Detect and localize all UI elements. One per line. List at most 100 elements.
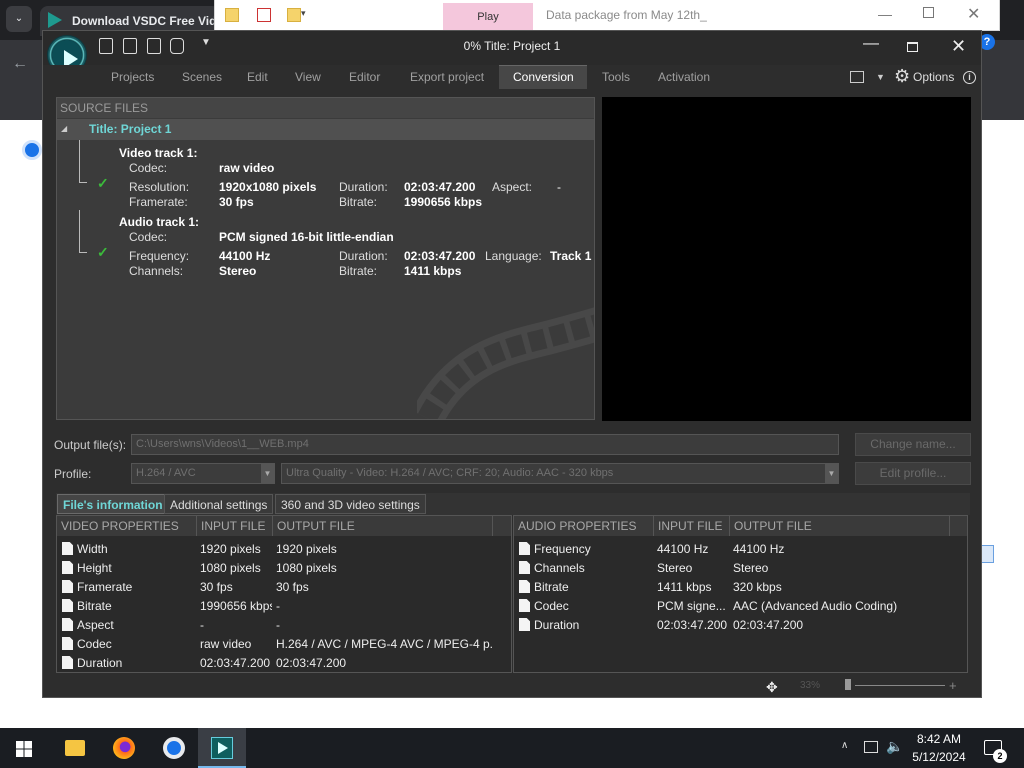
framerate-label: Framerate: xyxy=(129,195,188,209)
menu-tools[interactable]: Tools xyxy=(602,70,630,84)
table-row[interactable]: Width 1920 pixels 1920 pixels xyxy=(57,540,493,559)
folder-icon xyxy=(225,8,239,22)
cell-output: 02:03:47.200 xyxy=(733,618,804,632)
format-select[interactable]: H.264 / AVC ▼ xyxy=(131,463,275,484)
table-row[interactable]: Height 1080 pixels 1080 pixels xyxy=(57,559,493,578)
tab-files-information[interactable]: File's information xyxy=(57,494,169,514)
table-row[interactable]: Bitrate 1411 kbps 320 kbps xyxy=(514,578,950,597)
file-explorer-taskbar-button[interactable] xyxy=(50,728,98,768)
export-icon[interactable] xyxy=(170,38,184,54)
firefox-taskbar-button[interactable] xyxy=(100,728,148,768)
output-file-header[interactable]: OUTPUT FILE xyxy=(273,516,493,536)
property-file-icon xyxy=(62,599,73,612)
chrome-logo-icon xyxy=(22,140,42,160)
video-track-check-icon[interactable]: ✓ xyxy=(97,175,109,192)
close-button[interactable]: ✕ xyxy=(951,36,966,57)
menu-view[interactable]: View xyxy=(295,70,321,84)
table-row[interactable]: Bitrate 1990656 kbps - xyxy=(57,597,493,616)
explorer-close-button[interactable]: ✕ xyxy=(967,4,980,24)
new-project-icon[interactable] xyxy=(99,38,113,54)
explorer-window-title: Data package from May 12th_ xyxy=(546,8,707,22)
table-header-spacer xyxy=(950,516,967,536)
tab-additional-settings[interactable]: Additional settings xyxy=(164,494,274,514)
menu-edit[interactable]: Edit xyxy=(247,70,268,84)
explorer-minimize-button[interactable]: — xyxy=(878,6,892,22)
property-file-icon xyxy=(62,656,73,669)
format-select-value: H.264 / AVC xyxy=(136,467,196,479)
properties-icon[interactable] xyxy=(257,8,271,22)
table-row[interactable]: Aspect - - xyxy=(57,616,493,635)
open-project-icon[interactable] xyxy=(123,38,137,54)
cell-input: 1411 kbps xyxy=(657,580,712,594)
menu-editor[interactable]: Editor xyxy=(349,70,380,84)
table-row[interactable]: Duration 02:03:47.200 02:03:47.200 xyxy=(514,616,950,635)
quick-access-dropdown-icon[interactable]: ▼ xyxy=(201,37,211,48)
layout-dropdown-icon[interactable]: ▼ xyxy=(876,72,885,82)
menu-projects[interactable]: Projects xyxy=(111,70,154,84)
quick-access-dropdown-icon[interactable]: ▾ xyxy=(301,8,306,19)
chevron-down-icon[interactable]: ▼ xyxy=(825,464,838,483)
options-button[interactable]: Options xyxy=(913,70,954,84)
show-hidden-icons-chevron-icon[interactable]: ∧ xyxy=(841,740,848,751)
tree-connector xyxy=(79,182,87,183)
edit-profile-button[interactable]: Edit profile... xyxy=(855,462,971,485)
browser-tab-search-button[interactable]: ⌄ xyxy=(6,6,32,32)
vsdc-converter-window: 0% Title: Project 1 ▼ — ✕ Projects Scene… xyxy=(42,30,982,698)
table-row[interactable]: Codec PCM signe... AAC (Advanced Audio Cod… xyxy=(514,597,950,616)
cell-input: 02:03:47.200 xyxy=(657,618,728,632)
info-icon[interactable]: i xyxy=(963,71,976,84)
menu-activation[interactable]: Activation xyxy=(658,70,710,84)
video-properties-header[interactable]: VIDEO PROPERTIES xyxy=(57,516,197,536)
table-row[interactable]: Frequency 44100 Hz 44100 Hz xyxy=(514,540,950,559)
table-row[interactable]: Duration 02:03:47.200 02:03:47.200 xyxy=(57,654,493,672)
browser-back-icon[interactable]: ← xyxy=(12,55,28,73)
zoom-slider-handle[interactable] xyxy=(845,679,851,690)
windows-start-icon[interactable] xyxy=(16,741,32,757)
audio-properties-header[interactable]: AUDIO PROPERTIES xyxy=(514,516,654,536)
property-file-icon xyxy=(519,580,530,593)
change-name-button[interactable]: Change name... xyxy=(855,433,971,456)
explorer-maximize-button[interactable] xyxy=(923,7,934,18)
menu-conversion[interactable]: Conversion xyxy=(513,70,574,84)
audio-track-check-icon[interactable]: ✓ xyxy=(97,244,109,261)
tab-360-3d-settings[interactable]: 360 and 3D video settings xyxy=(275,494,426,514)
cell-output: 1920 pixels xyxy=(276,542,337,556)
fit-to-window-icon[interactable]: ✥ xyxy=(766,679,778,696)
minimize-button[interactable]: — xyxy=(863,35,879,53)
menu-export-project[interactable]: Export project xyxy=(410,70,484,84)
new-folder-icon[interactable] xyxy=(287,8,301,22)
input-file-header[interactable]: INPUT FILE xyxy=(654,516,730,536)
table-header-spacer xyxy=(493,516,511,536)
gear-icon[interactable]: ⚙ xyxy=(894,66,910,87)
input-file-header[interactable]: INPUT FILE xyxy=(197,516,273,536)
zoom-in-icon[interactable]: + xyxy=(949,678,957,693)
profile-select[interactable]: Ultra Quality - Video: H.264 / AVC; CRF:… xyxy=(281,463,839,484)
audio-codec-value: PCM signed 16-bit little-endian xyxy=(219,230,394,244)
output-path-field[interactable]: C:\Users\wns\Videos\1__WEB.mp4 xyxy=(131,434,839,455)
layout-icon[interactable] xyxy=(850,71,864,83)
collapse-icon[interactable]: ◢ xyxy=(61,124,67,133)
table-row[interactable]: Framerate 30 fps 30 fps xyxy=(57,578,493,597)
output-file-header[interactable]: OUTPUT FILE xyxy=(730,516,950,536)
menu-scenes[interactable]: Scenes xyxy=(182,70,222,84)
vsdc-taskbar-button[interactable] xyxy=(198,728,246,768)
preview-window[interactable] xyxy=(602,97,971,421)
save-icon[interactable] xyxy=(147,38,161,54)
cell-property: Codec xyxy=(77,637,112,651)
profile-label: Profile: xyxy=(54,467,92,481)
play-ribbon-tab[interactable]: Play xyxy=(443,3,533,31)
clock-date[interactable]: 5/12/2024 xyxy=(900,750,978,764)
clock-time[interactable]: 8:42 AM xyxy=(900,732,978,746)
maximize-button[interactable] xyxy=(907,42,918,52)
zoom-slider-track[interactable] xyxy=(855,685,945,686)
cell-input: 02:03:47.200 xyxy=(200,656,271,670)
network-icon[interactable] xyxy=(864,741,878,753)
chrome-taskbar-button[interactable] xyxy=(150,728,198,768)
cell-input: 1920 pixels xyxy=(200,542,261,556)
cell-output: Stereo xyxy=(733,561,769,575)
chevron-down-icon[interactable]: ▼ xyxy=(261,464,274,483)
table-row[interactable]: Codec raw video H.264 / AVC / MPEG-4 AVC /… xyxy=(57,635,493,654)
info-tabs: File's information Additional settings 3… xyxy=(56,493,970,515)
table-row[interactable]: Channels Stereo Stereo xyxy=(514,559,950,578)
project-tree-row[interactable]: ◢ Title: Project 1 xyxy=(57,119,594,140)
